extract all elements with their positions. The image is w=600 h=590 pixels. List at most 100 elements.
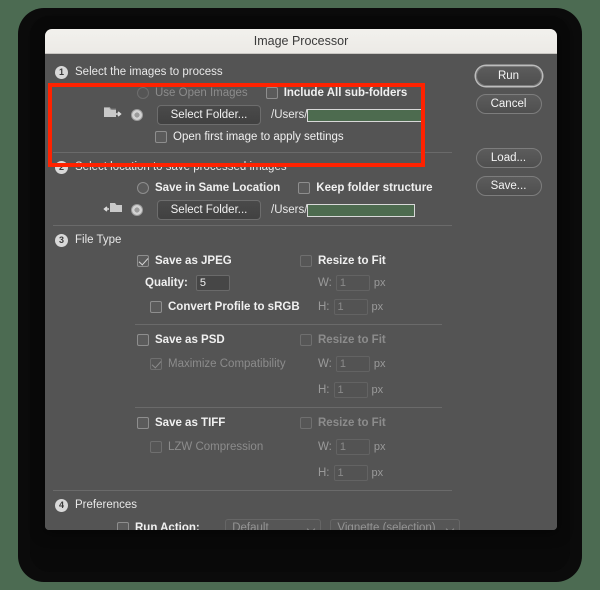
tiff-resize-label: Resize to Fit <box>318 417 386 429</box>
action-buttons-column: Run Cancel Load... Save... <box>460 54 557 530</box>
section-four-title: Preferences <box>75 499 138 511</box>
save-psd-checkbox[interactable] <box>137 334 149 346</box>
divider-2 <box>53 225 452 226</box>
action-dropdown[interactable]: Vignette (selection) <box>330 519 460 530</box>
tiff-resize-row: Resize to Fit <box>300 412 460 434</box>
save-jpeg-label: Save as JPEG <box>155 255 232 267</box>
dialog-body: 1 Select the images to process Use Open … <box>45 54 557 530</box>
dest-folder-radio[interactable] <box>131 204 143 216</box>
dest-options-row: Save in Same Location Keep folder struct… <box>45 177 460 199</box>
divider-3 <box>53 490 452 491</box>
save-button[interactable]: Save... <box>475 176 542 196</box>
psd-width-row: W: 1 px <box>300 351 460 377</box>
section-two-header: 2 Select location to save processed imag… <box>45 157 460 177</box>
psd-resize-label: Resize to Fit <box>318 334 386 346</box>
dest-select-folder-button[interactable]: Select Folder... <box>157 200 261 220</box>
jpeg-block: Save as JPEG Quality: 5 Convert Profile … <box>45 250 460 320</box>
jpeg-width-input[interactable]: 1 <box>335 275 370 291</box>
jpeg-resize-row: Resize to Fit <box>300 250 460 272</box>
cancel-button[interactable]: Cancel <box>475 94 542 114</box>
source-path-prefix: /Users/ <box>271 109 308 121</box>
step-badge-1: 1 <box>55 65 68 79</box>
psd-height-input[interactable]: 1 <box>333 382 368 398</box>
source-folder-radio[interactable] <box>131 109 143 121</box>
jpeg-height-unit: px <box>371 301 384 313</box>
tiff-width-input[interactable]: 1 <box>335 439 370 455</box>
lzw-compression-checkbox[interactable] <box>150 441 162 453</box>
save-tiff-checkbox[interactable] <box>137 417 149 429</box>
open-first-image-checkbox[interactable] <box>155 131 167 143</box>
psd-block: Save as PSD Maximize Compatibility Resiz… <box>45 329 460 403</box>
tiff-width-label: W: <box>318 441 332 453</box>
dest-path-redacted <box>307 203 416 217</box>
tiff-block: Save as TIFF LZW Compression Resize to F… <box>45 412 460 486</box>
section-three-header: 3 File Type <box>45 230 460 250</box>
jpeg-resize-label: Resize to Fit <box>318 255 386 267</box>
section-one-header: 1 Select the images to process <box>45 62 460 82</box>
section-four-header: 4 Preferences <box>45 495 460 515</box>
step-badge-4: 4 <box>55 498 68 512</box>
tiff-height-label: H: <box>318 467 330 479</box>
action-set-dropdown[interactable]: Default Actions <box>225 519 322 530</box>
psd-height-unit: px <box>371 384 384 396</box>
folder-import-icon <box>103 105 125 125</box>
run-action-checkbox[interactable] <box>117 522 129 530</box>
divider-1 <box>53 152 452 153</box>
include-subfolders-label: Include All sub-folders <box>283 87 408 99</box>
step-badge-2: 2 <box>55 160 68 174</box>
psd-resize-row: Resize to Fit <box>300 329 460 351</box>
psd-width-unit: px <box>373 358 386 370</box>
keep-folder-structure-label: Keep folder structure <box>316 182 433 194</box>
keep-folder-structure-checkbox[interactable] <box>298 182 311 194</box>
divider-jpeg-psd <box>135 324 442 325</box>
open-first-image-row: Open first image to apply settings <box>45 126 460 148</box>
jpeg-width-row: W: 1 px <box>300 272 460 294</box>
convert-srgb-label: Convert Profile to sRGB <box>168 301 300 313</box>
lzw-compression-label: LZW Compression <box>168 441 264 453</box>
jpeg-quality-label: Quality: <box>145 277 188 289</box>
save-psd-row: Save as PSD <box>45 329 300 351</box>
jpeg-height-label: H: <box>318 301 330 313</box>
section-three-title: File Type <box>75 234 122 246</box>
jpeg-resize-checkbox[interactable] <box>300 255 312 267</box>
include-subfolders-checkbox[interactable] <box>265 87 278 99</box>
psd-width-input[interactable]: 1 <box>335 356 370 372</box>
convert-srgb-row: Convert Profile to sRGB <box>45 294 300 320</box>
jpeg-quality-input[interactable]: 5 <box>195 275 230 291</box>
source-path-display: /Users/ <box>271 108 426 122</box>
convert-srgb-checkbox[interactable] <box>150 301 162 313</box>
jpeg-height-input[interactable]: 1 <box>333 299 368 315</box>
folder-export-icon <box>103 200 125 220</box>
dialog-title: Image Processor <box>253 34 349 48</box>
use-open-images-radio[interactable] <box>137 87 149 99</box>
maximize-compatibility-checkbox[interactable] <box>150 358 162 370</box>
source-select-folder-button[interactable]: Select Folder... <box>157 105 261 125</box>
dest-path-prefix: /Users/ <box>271 204 308 216</box>
save-jpeg-checkbox[interactable] <box>137 255 149 267</box>
run-button[interactable]: Run <box>475 66 542 86</box>
psd-resize-checkbox[interactable] <box>300 334 312 346</box>
tiff-height-input[interactable]: 1 <box>333 465 368 481</box>
jpeg-height-row: H: 1 px <box>300 294 460 320</box>
save-same-location-radio[interactable] <box>137 182 149 194</box>
save-jpeg-row: Save as JPEG <box>45 250 300 272</box>
tiff-resize-checkbox[interactable] <box>300 417 312 429</box>
tiff-height-unit: px <box>371 467 384 479</box>
maximize-compat-row: Maximize Compatibility <box>45 351 300 377</box>
divider-psd-tiff <box>135 407 442 408</box>
psd-height-row: H: 1 px <box>300 377 460 403</box>
run-action-label: Run Action: <box>135 522 200 530</box>
psd-width-label: W: <box>318 358 332 370</box>
tiff-width-unit: px <box>373 441 386 453</box>
source-folder-row: Select Folder... /Users/ <box>45 104 460 126</box>
save-psd-label: Save as PSD <box>155 334 225 346</box>
save-same-location-label: Save in Same Location <box>155 182 281 194</box>
source-options-row: Use Open Images Include All sub-folders <box>45 82 460 104</box>
load-button[interactable]: Load... <box>475 148 542 168</box>
save-tiff-row: Save as TIFF <box>45 412 300 434</box>
use-open-images-label: Use Open Images <box>155 87 248 99</box>
tiff-height-row: H: 1 px <box>300 460 460 486</box>
tiff-spacer-row <box>45 460 300 486</box>
open-first-image-label: Open first image to apply settings <box>173 131 344 143</box>
jpeg-width-unit: px <box>373 277 386 289</box>
